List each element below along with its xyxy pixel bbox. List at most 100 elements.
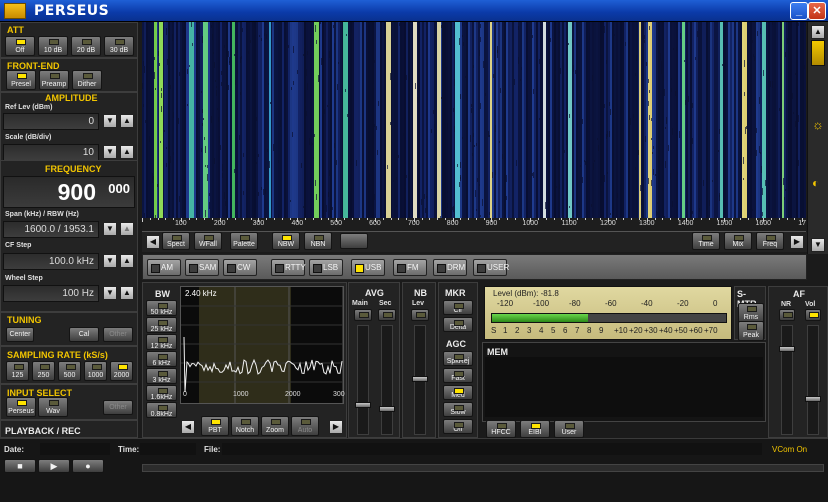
cal-button[interactable]: Cal [69, 327, 99, 342]
mode-drm-button[interactable]: DRM [433, 259, 467, 276]
bw-0.8khz-button[interactable]: 0.8kHz [146, 402, 177, 418]
rms-button[interactable]: Rms [738, 303, 764, 323]
span-down-icon[interactable]: ▼ [103, 222, 117, 236]
cf-step-down-icon[interactable]: ▼ [103, 254, 117, 268]
wheel-step-up-icon[interactable]: ▲ [120, 286, 134, 300]
wf-scroll-up-icon[interactable]: ▲ [811, 25, 825, 39]
bw-6khz-button[interactable]: 6 kHz [146, 351, 177, 367]
wf-left-arrow-icon[interactable]: ◀ [146, 235, 160, 249]
mode-cw-button[interactable]: CW [223, 259, 257, 276]
wf-nbn-button[interactable]: NBN [304, 232, 332, 250]
playback-progress-bar[interactable] [142, 464, 824, 472]
cf-step-field[interactable]: 100.0 kHz [3, 253, 99, 270]
mode-lsb-button[interactable]: LSB [309, 259, 343, 276]
span-up-icon[interactable]: ▲ [120, 222, 134, 236]
frontend-presel-button[interactable]: Presel [6, 70, 36, 90]
bw-pbt-button[interactable]: PBT [201, 416, 229, 436]
ref-level-field[interactable]: 0 [3, 113, 99, 130]
input-other-button[interactable]: Other [103, 400, 133, 415]
ref-level-down-icon[interactable]: ▼ [103, 114, 117, 128]
scale-up-icon[interactable]: ▲ [120, 145, 134, 159]
att-30db-button[interactable]: 30 dB [104, 36, 134, 56]
nb-toggle[interactable] [411, 309, 429, 321]
wf-nbw-button[interactable]: NBW [272, 232, 300, 250]
contrast-icon[interactable]: ◐ [812, 176, 819, 190]
agc-med-button[interactable]: Med [443, 385, 473, 400]
bw-spectrum[interactable]: 0 1000 2000 300 [180, 286, 345, 404]
wf-blank-button[interactable] [340, 233, 368, 249]
wav-input-button[interactable]: Wav [38, 397, 68, 417]
wf-wfall-button[interactable]: WFall [194, 232, 222, 250]
wheel-step-down-icon[interactable]: ▼ [103, 286, 117, 300]
mkr-delta-button[interactable]: Delta [443, 317, 473, 332]
avg-main-slider[interactable] [355, 325, 371, 435]
scale-down-icon[interactable]: ▼ [103, 145, 117, 159]
bw-50khz-button[interactable]: 50 kHz [146, 300, 177, 316]
agc-off-button[interactable]: Off [443, 419, 473, 434]
rate-1000-button[interactable]: 1000 [84, 361, 107, 381]
mkr-clr-button[interactable]: Clr [443, 300, 473, 315]
att-20db-button[interactable]: 20 dB [71, 36, 101, 56]
waterfall-display[interactable] [142, 22, 806, 218]
span-field[interactable]: 1600.0 / 1953.1 [3, 221, 99, 238]
mode-usb-button[interactable]: USB [351, 259, 385, 276]
ref-level-up-icon[interactable]: ▲ [120, 114, 134, 128]
rate-125-button[interactable]: 125 [6, 361, 29, 381]
bw-25khz-button[interactable]: 25 kHz [146, 317, 177, 333]
nr-toggle[interactable] [779, 309, 795, 321]
mem-eibi-button[interactable]: EIBI [520, 420, 550, 438]
mode-rtty-button[interactable]: RTTY [271, 259, 306, 276]
wf-scroll-down-icon[interactable]: ▼ [811, 238, 825, 252]
bw-notch-button[interactable]: Notch [231, 416, 259, 436]
mem-hfcc-button[interactable]: HFCC [486, 420, 516, 438]
perseus-input-button[interactable]: Perseus [6, 397, 36, 417]
avg-sec-toggle[interactable] [378, 309, 396, 321]
bw-1.6khz-button[interactable]: 1.6kHz [146, 385, 177, 401]
tuning-other-button[interactable]: Other [103, 327, 133, 342]
bw-zoom-button[interactable]: Zoom [261, 416, 289, 436]
agc-fast-button[interactable]: Fast [443, 368, 473, 383]
att-10db-button[interactable]: 10 dB [38, 36, 68, 56]
mem-user-button[interactable]: User [554, 420, 584, 438]
frontend-preamp-button[interactable]: Preamp [39, 70, 69, 90]
bw-auto-button[interactable]: Auto [291, 416, 319, 436]
record-button[interactable]: ● [72, 459, 104, 473]
nr-slider[interactable] [779, 325, 795, 435]
minimize-button[interactable]: _ [790, 2, 808, 20]
att-off-button[interactable]: Off [5, 36, 35, 56]
play-button[interactable]: ▶ [38, 459, 70, 473]
rate-500-button[interactable]: 500 [58, 361, 81, 381]
memory-list[interactable] [485, 357, 763, 417]
agc-spkrej-button[interactable]: SpkRej [443, 351, 473, 366]
bw-right-arrow-icon[interactable]: ▶ [329, 420, 343, 434]
bw-3khz-button[interactable]: 3 kHz [146, 368, 177, 384]
bw-left-arrow-icon[interactable]: ◀ [181, 420, 195, 434]
center-button[interactable]: Center [6, 327, 34, 342]
wf-contrast-slider[interactable] [811, 40, 825, 66]
close-button[interactable]: ✕ [808, 2, 826, 20]
vol-toggle[interactable] [805, 309, 821, 321]
nb-level-slider[interactable] [412, 325, 428, 435]
avg-main-toggle[interactable] [354, 309, 372, 321]
mode-fm-button[interactable]: FM [393, 259, 427, 276]
peak-button[interactable]: Peak [738, 321, 764, 341]
agc-slow-button[interactable]: Slow [443, 402, 473, 417]
wf-mix-button[interactable]: Mix [724, 232, 752, 250]
stop-button[interactable]: ■ [4, 459, 36, 473]
mode-am-button[interactable]: AM [147, 259, 181, 276]
avg-sec-slider[interactable] [379, 325, 395, 435]
volume-slider[interactable] [805, 325, 821, 435]
wf-freq-button[interactable]: Freq [756, 232, 784, 250]
wheel-step-field[interactable]: 100 Hz [3, 285, 99, 302]
scale-field[interactable]: 10 [3, 144, 99, 161]
wf-right-arrow-icon[interactable]: ▶ [790, 235, 804, 249]
wf-time-button[interactable]: Time [692, 232, 720, 250]
mode-sam-button[interactable]: SAM [185, 259, 219, 276]
brightness-icon[interactable]: ☼ [812, 117, 824, 132]
bw-12khz-button[interactable]: 12 kHz [146, 334, 177, 350]
mode-user-button[interactable]: USER [473, 259, 509, 276]
rate-250-button[interactable]: 250 [32, 361, 55, 381]
frequency-display[interactable]: 900 000 [3, 176, 135, 208]
rate-2000-button[interactable]: 2000 [110, 361, 133, 381]
wf-spect-button[interactable]: Spect [162, 232, 190, 250]
